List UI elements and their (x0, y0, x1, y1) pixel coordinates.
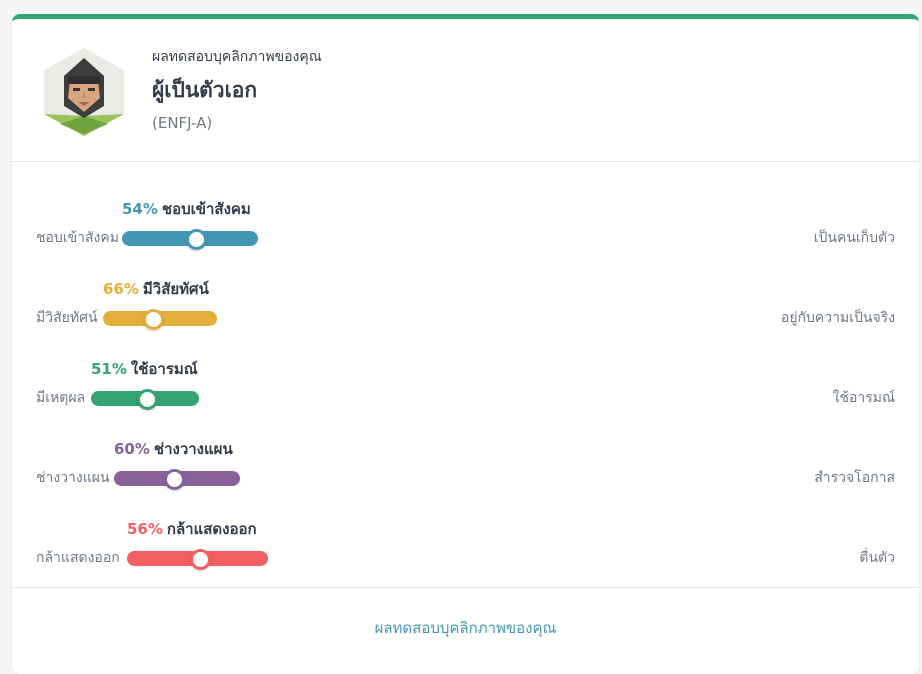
traits-section: 54% ชอบเข้าสังคม ชอบเข้าสังคม เป็นคนเก็บต… (12, 162, 919, 588)
trait-row-tactics: 60% ช่างวางแผน ช่างวางแผน สำรวจโอกาส (12, 437, 919, 497)
trait-row-mind: 66% มีวิสัยทัศน์ มีวิสัยทัศน์ อยู่กับความ… (12, 277, 919, 337)
personality-results-link[interactable]: ผลทดสอบบุคลิกภาพของคุณ (12, 616, 919, 640)
trait-name: มีวิสัยทัศน์ (142, 280, 209, 298)
trait-percent: 51% (91, 360, 127, 378)
trait-row-identity: 56% กล้าแสดงออก กล้าแสดงออก ตื่นตัว (12, 517, 919, 577)
trait-name: ช่างวางแผน (153, 440, 233, 458)
trait-knob[interactable] (143, 309, 164, 330)
trait-title: 60% ช่างวางแผน (114, 437, 233, 461)
trait-left-label: มีวิสัยทัศน์ (36, 310, 98, 326)
trait-left-label: มีเหตุผล (36, 390, 86, 406)
trait-percent: 56% (127, 520, 163, 538)
results-header: ผลทดสอบบุคลิกภาพของคุณ ผู้เป็นตัวเอก (EN… (12, 19, 919, 162)
trait-right-label: ใช้อารมณ์ (832, 390, 895, 406)
trait-row-energy: 54% ชอบเข้าสังคม ชอบเข้าสังคม เป็นคนเก็บต… (12, 197, 919, 257)
trait-knob[interactable] (186, 229, 207, 250)
trait-percent: 54% (122, 200, 158, 218)
results-card: ผลทดสอบบุคลิกภาพของคุณ ผู้เป็นตัวเอก (EN… (12, 14, 919, 674)
trait-bar[interactable] (114, 469, 240, 490)
trait-left-label: ช่างวางแผน (36, 470, 110, 486)
trait-name: ใช้อารมณ์ (130, 360, 198, 378)
trait-percent: 66% (103, 280, 139, 298)
trait-name: ชอบเข้าสังคม (161, 200, 251, 218)
trait-bar[interactable] (103, 309, 217, 330)
trait-knob[interactable] (164, 469, 185, 490)
trait-title: 54% ชอบเข้าสังคม (122, 197, 251, 221)
protagonist-avatar-icon (44, 48, 124, 136)
trait-left-label: กล้าแสดงออก (36, 550, 120, 566)
trait-right-label: อยู่กับความเป็นจริง (780, 310, 895, 326)
trait-bar[interactable] (127, 549, 268, 570)
trait-title: 56% กล้าแสดงออก (127, 517, 257, 541)
trait-knob[interactable] (190, 549, 211, 570)
trait-bar[interactable] (91, 389, 199, 410)
trait-title: 51% ใช้อารมณ์ (91, 357, 198, 381)
trait-right-label: สำรวจโอกาส (814, 470, 895, 486)
personality-type-name: ผู้เป็นตัวเอก (152, 78, 258, 102)
trait-right-label: ตื่นตัว (859, 550, 895, 566)
trait-left-label: ชอบเข้าสังคม (36, 230, 119, 246)
trait-percent: 60% (114, 440, 150, 458)
trait-bar[interactable] (122, 229, 258, 250)
trait-knob[interactable] (137, 389, 158, 410)
trait-row-nature: 51% ใช้อารมณ์ มีเหตุผล ใช้อารมณ์ (12, 357, 919, 417)
trait-name: กล้าแสดงออก (166, 520, 257, 538)
results-subtitle: ผลทดสอบบุคลิกภาพของคุณ (152, 49, 322, 65)
trait-right-label: เป็นคนเก็บตัว (813, 230, 895, 246)
trait-title: 66% มีวิสัยทัศน์ (103, 277, 209, 301)
personality-type-code: (ENFJ-A) (152, 114, 213, 132)
